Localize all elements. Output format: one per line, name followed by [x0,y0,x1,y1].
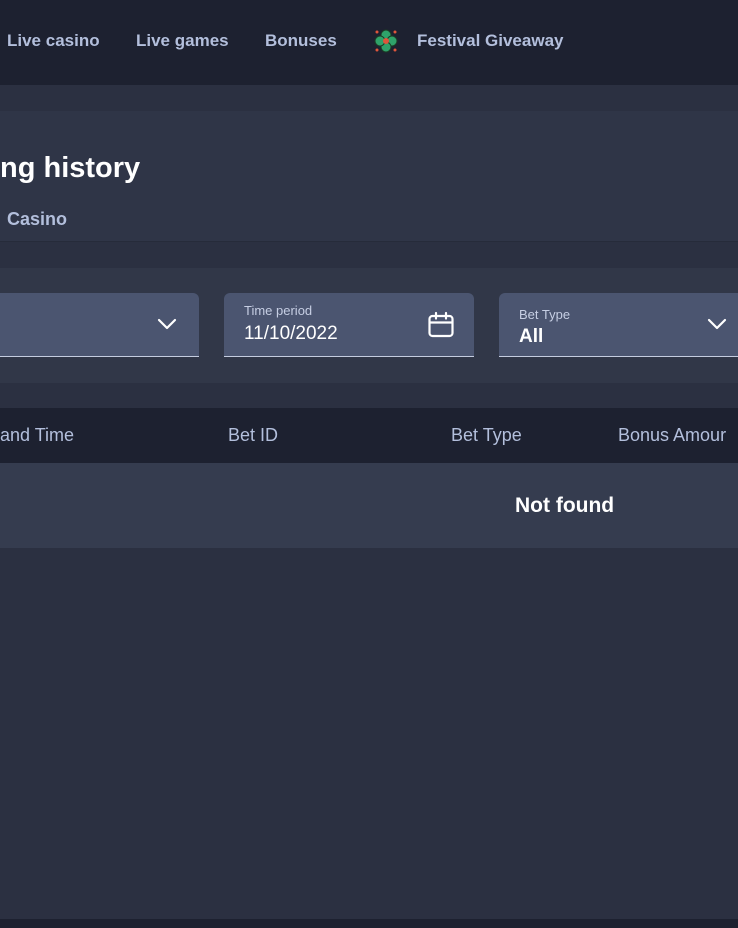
chevron-down-icon [706,313,728,340]
header-divider [0,241,738,242]
bet-type-select[interactable]: Bet Type All [499,293,738,357]
column-bet-type: Bet Type [451,425,522,445]
column-date-time: and Time [0,425,75,445]
nav-bonuses[interactable]: Bonuses [265,30,337,52]
page-title: ng history [0,152,141,184]
time-period-value: 11/10/2022 [244,323,338,344]
column-bonus-amount: Bonus Amour [618,425,727,445]
bet-type-value: All [519,326,544,347]
empty-state-text: Not found [515,494,615,517]
column-bet-id: Bet ID [228,425,279,445]
nav-festival-giveaway[interactable]: Festival Giveaway [417,30,563,52]
bottom-bar [0,919,738,928]
nav-live-casino[interactable]: Live casino [7,30,100,52]
table-body [0,463,738,548]
top-navigation [0,0,738,85]
chevron-down-icon [156,313,178,340]
nav-live-games[interactable]: Live games [136,30,229,52]
calendar-icon[interactable] [427,311,455,344]
time-period-label: Time period [244,303,313,318]
time-period-field[interactable]: Time period 11/10/2022 [224,293,474,357]
tab-casino[interactable]: Casino [7,208,67,230]
first-filter-select[interactable] [0,293,199,357]
bet-type-label: Bet Type [519,307,571,322]
clover-icon[interactable] [372,27,400,55]
